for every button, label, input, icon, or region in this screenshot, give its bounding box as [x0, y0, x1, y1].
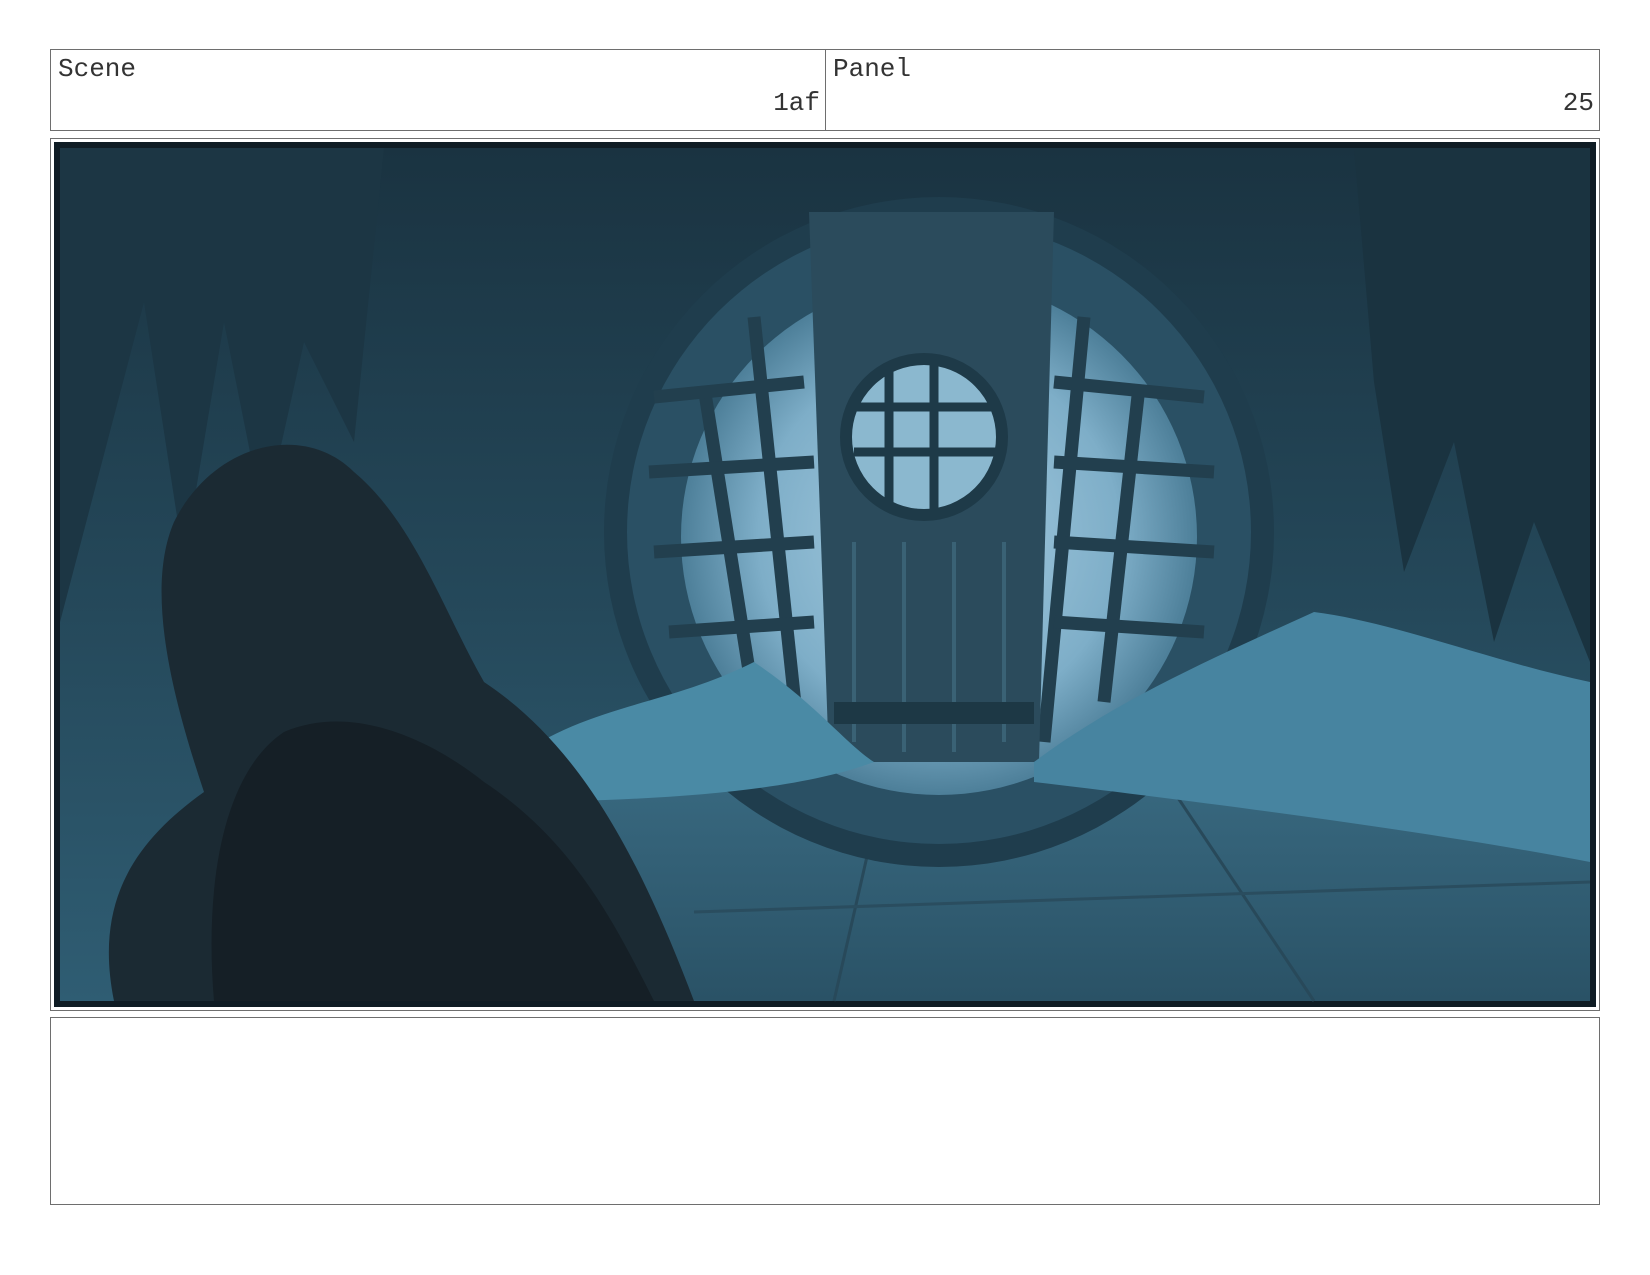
notes-box [50, 1017, 1600, 1205]
storyboard-frame [50, 138, 1600, 1011]
scene-label: Scene [58, 54, 137, 84]
panel-number: 25 [1562, 88, 1594, 118]
panel-label: Panel [833, 54, 912, 84]
scene-cell: Scene 1af [51, 50, 826, 130]
scene-number: 1af [773, 88, 820, 118]
panel-header: Scene 1af Panel 25 [50, 49, 1600, 131]
panel-cell: Panel 25 [826, 50, 1599, 130]
storyboard-artwork [54, 142, 1596, 1007]
